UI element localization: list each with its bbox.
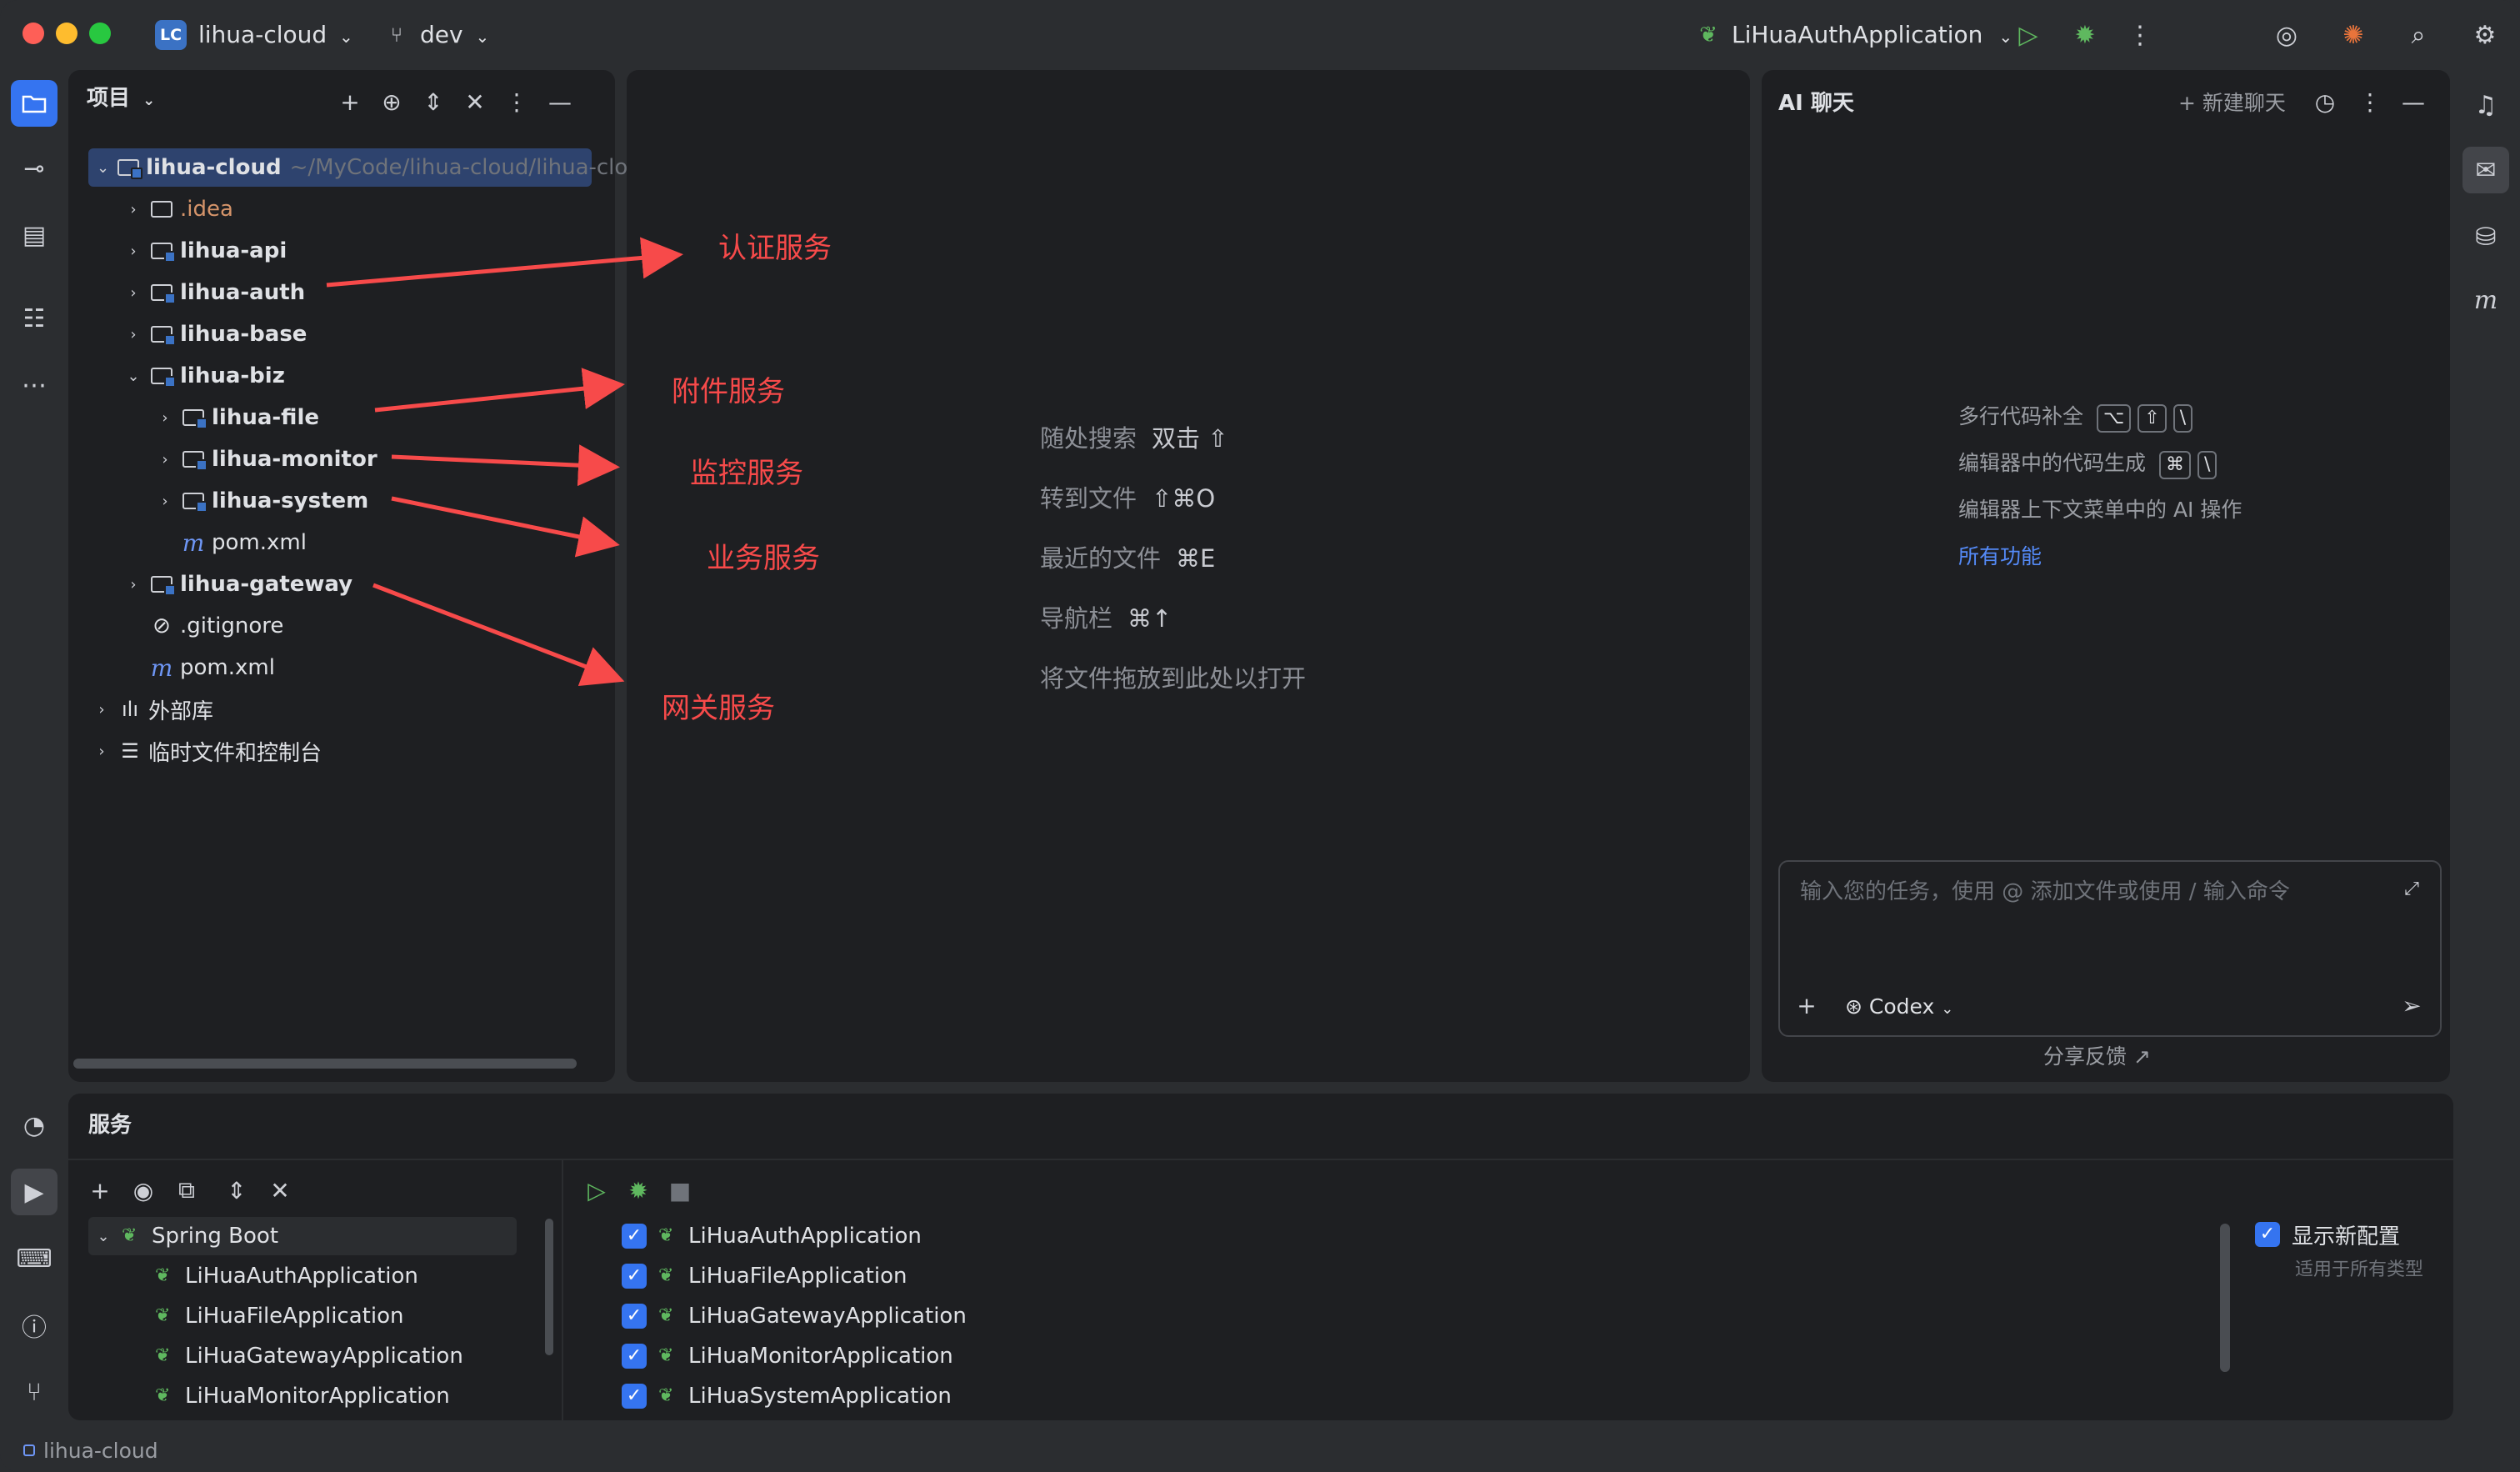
ai-input-placeholder: 输入您的任务，使用 @ 添加文件或使用 / 输入命令: [1800, 879, 2290, 904]
stop-icon[interactable]: ■: [665, 1175, 695, 1205]
config-checkbox-row[interactable]: ✓ ❦ LiHuaGatewayApplication: [622, 1297, 967, 1335]
more-vertical-icon[interactable]: ⋮: [2355, 87, 2385, 117]
chevron-down-icon: ⌄: [97, 1227, 110, 1245]
checkbox[interactable]: ✓: [622, 1264, 647, 1289]
show-new-config-option[interactable]: ✓ 显示新配置: [2255, 1215, 2400, 1254]
ai-feature-context-menu: 编辑器上下文菜单中的 AI 操作: [1958, 498, 2242, 522]
share-feedback-link[interactable]: 分享反馈 ↗: [2043, 1042, 2151, 1072]
ai-feature-codegen: 编辑器中的代码生成 ⌘ \: [1958, 448, 2218, 479]
spring-icon: ❦: [658, 1225, 674, 1246]
add-icon: +: [2178, 91, 2202, 115]
run-icon[interactable]: ▷: [582, 1175, 612, 1205]
add-context-icon[interactable]: +: [1792, 990, 1822, 1020]
applies-all-types-note: 适用于所有类型: [2295, 1259, 2424, 1280]
eye-icon[interactable]: ◉: [128, 1175, 158, 1205]
divider: [562, 1160, 563, 1420]
annotation-system: 业务服务: [707, 542, 820, 575]
new-chat-button[interactable]: + 新建聊天: [2178, 88, 2286, 118]
collapse-all-icon[interactable]: ✕: [265, 1175, 295, 1205]
divider: [68, 1159, 2453, 1160]
arrow-auth: [326, 237, 683, 288]
service-item[interactable]: ❦ LiHuaMonitorApplication: [155, 1377, 450, 1415]
annotation-file: 附件服务: [672, 375, 785, 408]
spring-icon: ❦: [155, 1385, 171, 1406]
service-item[interactable]: ❦ LiHuaGatewayApplication: [155, 1337, 463, 1375]
ai-chat-panel: AI 聊天 + 新建聊天 ◷ ⋮ — 输入您的任务，使用 @ 添加文件或使用 /…: [1762, 70, 2450, 1082]
spring-icon: ❦: [155, 1305, 171, 1326]
service-item[interactable]: ❦ LiHuaAuthApplication: [155, 1257, 418, 1295]
services-title: 服务: [88, 1113, 132, 1138]
config-checkbox-row[interactable]: ✓ ❦ LiHuaSystemApplication: [622, 1377, 952, 1415]
spring-icon: ❦: [658, 1305, 674, 1326]
checkbox[interactable]: ✓: [622, 1224, 647, 1249]
arrow-monitor: [391, 444, 620, 487]
openai-icon: ⊛: [1845, 994, 1862, 1019]
service-group-spring-boot[interactable]: ⌄ ❦ Spring Boot: [88, 1217, 517, 1255]
services-panel: 服务 + ◉ ⧉ ⇕ ✕ ⌄ ❦ Spring Boot ❦ LiHuaAuthA…: [68, 1094, 2453, 1420]
vertical-scrollbar[interactable]: [545, 1219, 553, 1355]
spring-icon: ❦: [122, 1225, 138, 1246]
expand-icon[interactable]: ⤢: [2397, 874, 2427, 904]
config-checkbox-row[interactable]: ✓ ❦ LiHuaAuthApplication: [622, 1217, 922, 1255]
arrow-gateway: [372, 583, 625, 687]
checkbox[interactable]: ✓: [2255, 1222, 2280, 1247]
send-icon[interactable]: ➢: [2397, 990, 2427, 1020]
checkbox[interactable]: ✓: [622, 1304, 647, 1329]
new-group-icon[interactable]: ⧉: [172, 1175, 202, 1205]
status-project-name[interactable]: lihua-cloud: [43, 1439, 158, 1463]
annotation-auth: 认证服务: [718, 232, 832, 265]
checkbox[interactable]: ✓: [622, 1384, 647, 1409]
config-checkbox-row[interactable]: ✓ ❦ LiHuaMonitorApplication: [622, 1337, 953, 1375]
ai-feature-multiline: 多行代码补全 ⌥ ⇧ \: [1958, 402, 2193, 433]
ai-input-box[interactable]: 输入您的任务，使用 @ 添加文件或使用 / 输入命令 ⤢ + ⊛ Codex ⌄…: [1778, 860, 2442, 1037]
checkbox[interactable]: ✓: [622, 1344, 647, 1369]
model-selector[interactable]: ⊛ Codex ⌄: [1845, 992, 1953, 1024]
service-item[interactable]: ❦ LiHuaFileApplication: [155, 1297, 403, 1335]
ide-window: LC lihua-cloud ⌄ ⑂ dev ⌄ ❦ LiHuaAuthAppl…: [0, 0, 2520, 1472]
arrow-system: [391, 496, 620, 558]
expand-all-icon[interactable]: ⇕: [222, 1175, 252, 1205]
add-service-icon[interactable]: +: [85, 1175, 115, 1205]
annotation-monitor: 监控服务: [690, 457, 803, 490]
chevron-down-icon: ⌄: [1941, 1000, 1954, 1018]
all-features-link[interactable]: 所有功能: [1958, 542, 2042, 572]
spring-icon: ❦: [658, 1385, 674, 1406]
spring-icon: ❦: [658, 1265, 674, 1286]
ai-chat-title: AI 聊天: [1778, 91, 1854, 116]
history-icon[interactable]: ◷: [2310, 87, 2340, 117]
config-checkbox-row[interactable]: ✓ ❦ LiHuaFileApplication: [622, 1257, 907, 1295]
spring-icon: ❦: [658, 1345, 674, 1366]
spring-icon: ❦: [155, 1345, 171, 1366]
module-icon: [23, 1444, 35, 1456]
spring-icon: ❦: [155, 1265, 171, 1286]
arrow-file: [374, 368, 625, 413]
status-bar: lihua-cloud: [0, 1429, 2520, 1472]
annotation-gateway: 网关服务: [662, 692, 775, 725]
vertical-scrollbar[interactable]: [2220, 1224, 2230, 1372]
hide-panel-icon[interactable]: —: [2398, 87, 2428, 117]
debug-icon[interactable]: ✹: [623, 1175, 653, 1205]
